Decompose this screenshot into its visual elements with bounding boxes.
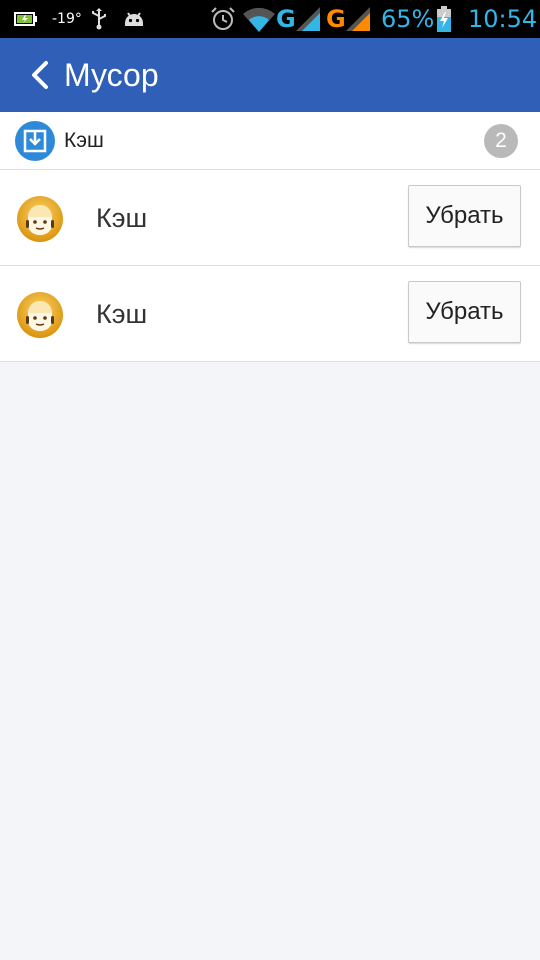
back-button[interactable] — [28, 60, 52, 90]
battery-percent: 65% — [381, 5, 435, 33]
remove-button[interactable]: Убрать — [408, 185, 521, 247]
android-icon — [122, 0, 146, 38]
signal-icon — [296, 0, 322, 38]
section-title: Кэш — [64, 129, 104, 152]
clock-time: 10:54 — [468, 5, 538, 33]
status-bar: -19° G G 65% 10:54 — [0, 0, 540, 38]
network-type-1: G — [276, 5, 296, 33]
temperature-text: -19° — [52, 11, 82, 27]
page-title[interactable]: Мусор — [64, 38, 159, 112]
robot-face-icon — [16, 291, 64, 339]
chevron-left-icon — [32, 61, 48, 89]
list-item[interactable]: Кэш Убрать — [0, 266, 540, 362]
signal-icon — [346, 0, 372, 38]
list-item[interactable]: Кэш Убрать — [0, 170, 540, 266]
remove-button[interactable]: Убрать — [408, 281, 521, 343]
robot-face-icon — [16, 195, 64, 243]
section-header-cache[interactable]: Кэш 2 — [0, 112, 540, 170]
download-box-icon — [15, 121, 55, 161]
battery-small-icon — [14, 0, 38, 38]
network-type-2: G — [326, 5, 346, 33]
item-label: Кэш — [96, 299, 148, 329]
app-bar: Мусор — [0, 38, 540, 112]
wifi-icon — [242, 0, 276, 38]
usb-icon — [90, 0, 108, 38]
alarm-icon — [210, 0, 236, 38]
item-label: Кэш — [96, 203, 148, 233]
count-badge: 2 — [484, 124, 518, 158]
battery-charging-icon — [436, 0, 452, 38]
